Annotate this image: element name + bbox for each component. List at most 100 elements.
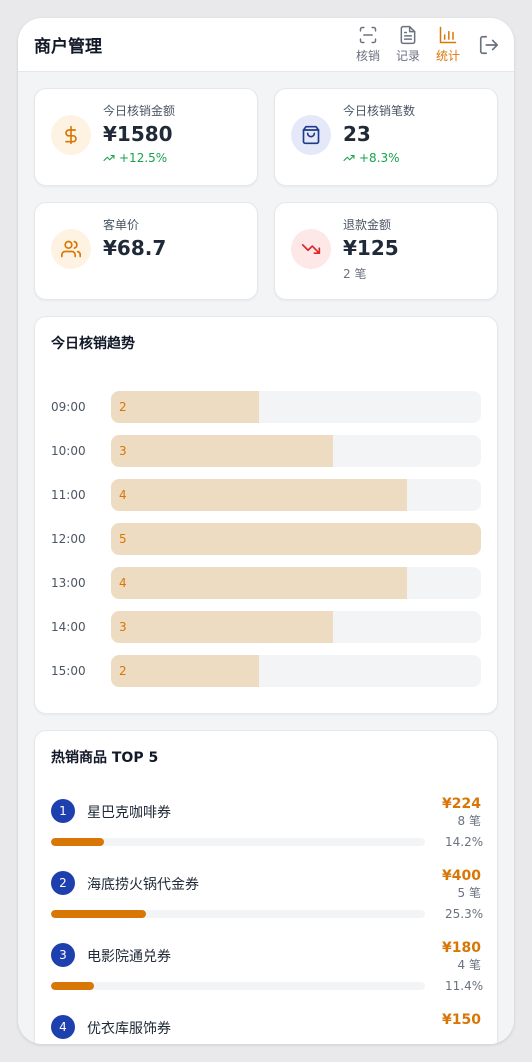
- product-percent: 11.4%: [445, 979, 484, 993]
- nav-verify-label: 核销: [355, 49, 380, 63]
- product-share-track: [51, 982, 425, 990]
- stat-sub: 2 笔: [343, 267, 367, 281]
- trend-bar-track: 2: [111, 655, 481, 687]
- trend-bar-track: 3: [111, 611, 481, 643]
- top-nav: 核销 记录 统计: [354, 25, 462, 64]
- top-products-title: 热销商品 TOP 5: [51, 750, 159, 766]
- logout-icon[interactable]: [478, 34, 500, 56]
- users-icon: [61, 240, 81, 258]
- product-share-track: [51, 910, 425, 918]
- stat-label: 退款金额: [343, 218, 392, 232]
- scan-icon: [359, 26, 377, 44]
- rank-badge: 4: [51, 1015, 75, 1039]
- dollar-icon: [65, 125, 77, 145]
- trend-bar: 3: [111, 435, 333, 467]
- rank-badge: 3: [51, 943, 75, 967]
- stat-value: ¥1580: [103, 122, 173, 146]
- stat-change: +12.5%: [103, 151, 175, 165]
- product-item: 2 海底捞火锅代金券 ¥400 5 笔 25.3%: [51, 867, 483, 921]
- stat-change-value: +8.3%: [359, 151, 400, 165]
- product-name: 星巴克咖啡券: [87, 805, 171, 821]
- trend-title: 今日核销趋势: [51, 336, 135, 352]
- product-item: 3 电影院通兑券 ¥180 4 笔 11.4%: [51, 939, 484, 993]
- trend-row: 11:00 4: [51, 479, 481, 511]
- trend-row: 10:00 3: [51, 435, 481, 467]
- nav-verify[interactable]: 核销: [354, 25, 382, 64]
- top-products-card: 热销商品 TOP 5 1 星巴克咖啡券 ¥224 8 笔 14.2% 2 海底捞火锅代金券 ¥…: [34, 730, 498, 1044]
- nav-records-label: 记录: [395, 49, 420, 63]
- trend-bar: 3: [111, 611, 333, 643]
- stat-value: ¥125: [343, 236, 399, 260]
- product-share-bar: [51, 838, 105, 846]
- trend-bar-track: 3: [111, 435, 481, 467]
- dollar-icon-wrap: [51, 115, 91, 155]
- trend-bar-track: 4: [111, 479, 481, 511]
- product-percent: 14.2%: [445, 835, 484, 849]
- stat-card-count: 今日核销笔数 23 +8.3%: [274, 88, 498, 186]
- trend-row: 12:00 5: [51, 523, 481, 555]
- rank-badge: 2: [51, 871, 75, 895]
- shopping-bag-icon: [302, 125, 320, 145]
- trend-bar: 2: [111, 391, 259, 423]
- stat-value: 23: [343, 122, 371, 146]
- app-header: 商户管理 核销 记录 统计: [18, 18, 514, 72]
- trend-bar: 5: [111, 523, 481, 555]
- trend-bar-track: 5: [111, 523, 481, 555]
- product-count: 4 笔: [457, 958, 481, 972]
- stat-card-avg: 客单价 ¥68.7: [34, 202, 258, 300]
- page-title: 商户管理: [34, 37, 102, 57]
- stat-label: 客单价: [103, 218, 140, 232]
- trending-up-icon: [343, 155, 355, 161]
- product-item: 4 优衣库服饰券 ¥150: [51, 1011, 481, 1044]
- product-name: 优衣库服饰券: [87, 1021, 171, 1037]
- product-share-bar: [51, 982, 94, 990]
- shopping-bag-icon-wrap: [291, 115, 331, 155]
- product-name: 海底捞火锅代金券: [87, 877, 199, 893]
- trending-down-icon-wrap: [291, 229, 331, 269]
- users-icon-wrap: [51, 229, 91, 269]
- trend-bar-track: 2: [111, 391, 481, 423]
- nav-stats-label: 统计: [435, 49, 460, 63]
- trend-row: 15:00 2: [51, 655, 481, 687]
- trending-up-icon: [103, 155, 115, 161]
- nav-records[interactable]: 记录: [394, 25, 422, 64]
- product-name: 电影院通兑券: [87, 949, 171, 965]
- trend-time: 13:00: [51, 576, 86, 590]
- product-amount: ¥150: [442, 1012, 481, 1028]
- trend-bar: 2: [111, 655, 259, 687]
- rank-badge: 1: [51, 799, 75, 823]
- product-share-bar: [51, 910, 146, 918]
- trend-row: 09:00 2: [51, 391, 481, 423]
- trend-time: 15:00: [51, 664, 86, 678]
- trend-card: 今日核销趋势 09:00 2 10:00 3 11:00 4 12:00 5 13:00 4 14:…: [34, 316, 498, 714]
- trend-row: 14:00 3: [51, 611, 481, 643]
- stat-change: +8.3%: [343, 151, 415, 165]
- stat-change-value: +12.5%: [119, 151, 168, 165]
- bar-chart-icon: [439, 26, 457, 44]
- stats-grid: 今日核销金额 ¥1580 +12.5% 今日核销笔数 23 +8.3% 客单价 …: [34, 88, 498, 300]
- trending-down-icon: [301, 244, 321, 254]
- product-item: 1 星巴克咖啡券 ¥224 8 笔 14.2%: [51, 795, 484, 849]
- trend-bars: 09:00 2 10:00 3 11:00 4 12:00 5 13:00 4 14:00 3 15:0…: [51, 391, 481, 687]
- trend-bar: 4: [111, 479, 407, 511]
- stat-label: 今日核销金额: [103, 104, 176, 118]
- top-products-list: 1 星巴克咖啡券 ¥224 8 笔 14.2% 2 海底捞火锅代金券 ¥400 5 笔 25.3%…: [51, 795, 484, 1044]
- main-content: 今日核销金额 ¥1580 +12.5% 今日核销笔数 23 +8.3% 客单价 …: [18, 72, 514, 1044]
- trend-time: 11:00: [51, 488, 86, 502]
- trend-bar: 4: [111, 567, 407, 599]
- stat-label: 今日核销笔数: [343, 104, 416, 118]
- trend-bar-track: 4: [111, 567, 481, 599]
- trend-time: 12:00: [51, 532, 86, 546]
- product-amount: ¥400: [442, 868, 481, 884]
- document-icon: [400, 25, 416, 45]
- product-count: 8 笔: [457, 814, 481, 828]
- product-count: 5 笔: [457, 886, 481, 900]
- trend-time: 10:00: [51, 444, 86, 458]
- stat-card-amount: 今日核销金额 ¥1580 +12.5%: [34, 88, 258, 186]
- product-amount: ¥224: [442, 796, 481, 812]
- stat-card-refund: 退款金额 ¥125 2 笔: [274, 202, 498, 300]
- product-amount: ¥180: [442, 940, 481, 956]
- product-share-track: [51, 838, 425, 846]
- trend-time: 09:00: [51, 400, 86, 414]
- nav-stats[interactable]: 统计: [434, 25, 462, 64]
